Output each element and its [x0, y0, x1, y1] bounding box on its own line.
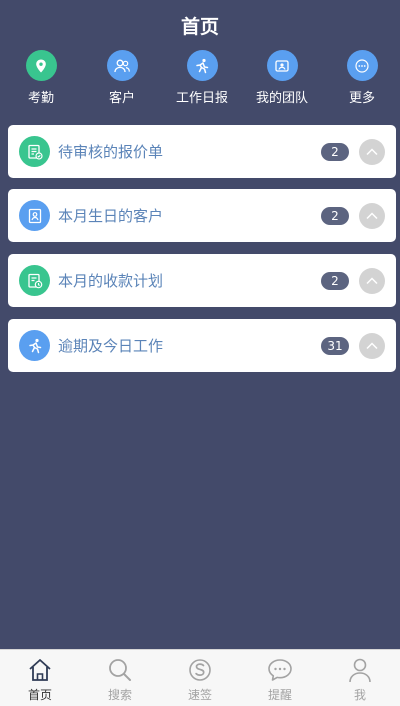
quick-action-label: 客户	[108, 91, 135, 106]
tab-quick-sign[interactable]: 速签	[160, 650, 240, 706]
card-birthday-customers[interactable]: 本月生日的客户 2	[8, 189, 396, 242]
card-title: 逾期及今日工作	[58, 337, 164, 355]
document-approval-icon	[19, 136, 50, 167]
tab-label: 提醒	[267, 688, 292, 702]
chevron-up-icon[interactable]	[359, 333, 385, 359]
tab-label: 搜索	[107, 688, 132, 702]
quick-action-label: 工作日报	[175, 91, 228, 106]
tab-label: 我	[353, 688, 366, 702]
count-badge: 2	[321, 207, 349, 225]
quick-action-attendance[interactable]: 考勤	[6, 50, 76, 106]
card-pending-quotes[interactable]: 待审核的报价单 2	[8, 125, 396, 178]
quick-action-my-team[interactable]: 我的团队	[247, 50, 317, 106]
card-overdue-today-work[interactable]: 逾期及今日工作 31	[8, 319, 396, 372]
tab-reminders[interactable]: 提醒	[240, 650, 320, 706]
count-badge: 2	[321, 272, 349, 290]
quick-action-label: 考勤	[27, 91, 54, 106]
id-card-icon	[266, 50, 298, 81]
card-payment-plan[interactable]: 本月的收款计划 2	[8, 254, 396, 307]
chevron-up-icon[interactable]	[359, 139, 385, 165]
location-pin-icon	[25, 50, 57, 81]
more-dots-icon	[346, 50, 378, 81]
tab-search[interactable]: 搜索	[80, 650, 160, 706]
quick-sign-icon	[189, 659, 211, 681]
card-title: 本月生日的客户	[58, 207, 164, 225]
chat-bubble-icon	[268, 659, 292, 681]
quick-action-customers[interactable]: 客户	[87, 50, 157, 106]
quick-action-label: 更多	[348, 91, 375, 106]
tab-label: 速签	[187, 688, 212, 702]
card-title: 待审核的报价单	[58, 143, 164, 161]
quick-action-daily-report[interactable]: 工作日报	[167, 50, 237, 106]
tab-home[interactable]: 首页	[0, 650, 80, 706]
tab-me[interactable]: 我	[320, 650, 400, 706]
bottom-tab-bar: 首页 搜索 速签 提醒 我	[0, 649, 400, 706]
quick-action-more[interactable]: 更多	[327, 50, 397, 106]
card-title: 本月的收款计划	[58, 272, 164, 290]
chevron-up-icon[interactable]	[359, 268, 385, 294]
count-badge: 31	[321, 337, 349, 355]
runner-icon	[186, 50, 218, 81]
birthday-contact-icon	[19, 200, 50, 231]
chevron-up-icon[interactable]	[359, 203, 385, 229]
tab-label: 首页	[27, 688, 52, 702]
search-icon	[109, 659, 131, 681]
page-title: 首页	[180, 16, 219, 38]
people-icon	[106, 50, 138, 81]
person-icon	[349, 658, 371, 683]
home-icon	[29, 659, 51, 681]
runner-icon	[19, 330, 50, 361]
quick-action-label: 我的团队	[255, 91, 308, 106]
count-badge: 2	[321, 143, 349, 161]
payment-plan-icon	[19, 265, 50, 296]
header: 首页 考勤 客户 工作日报 我的团队 更多	[0, 0, 400, 120]
